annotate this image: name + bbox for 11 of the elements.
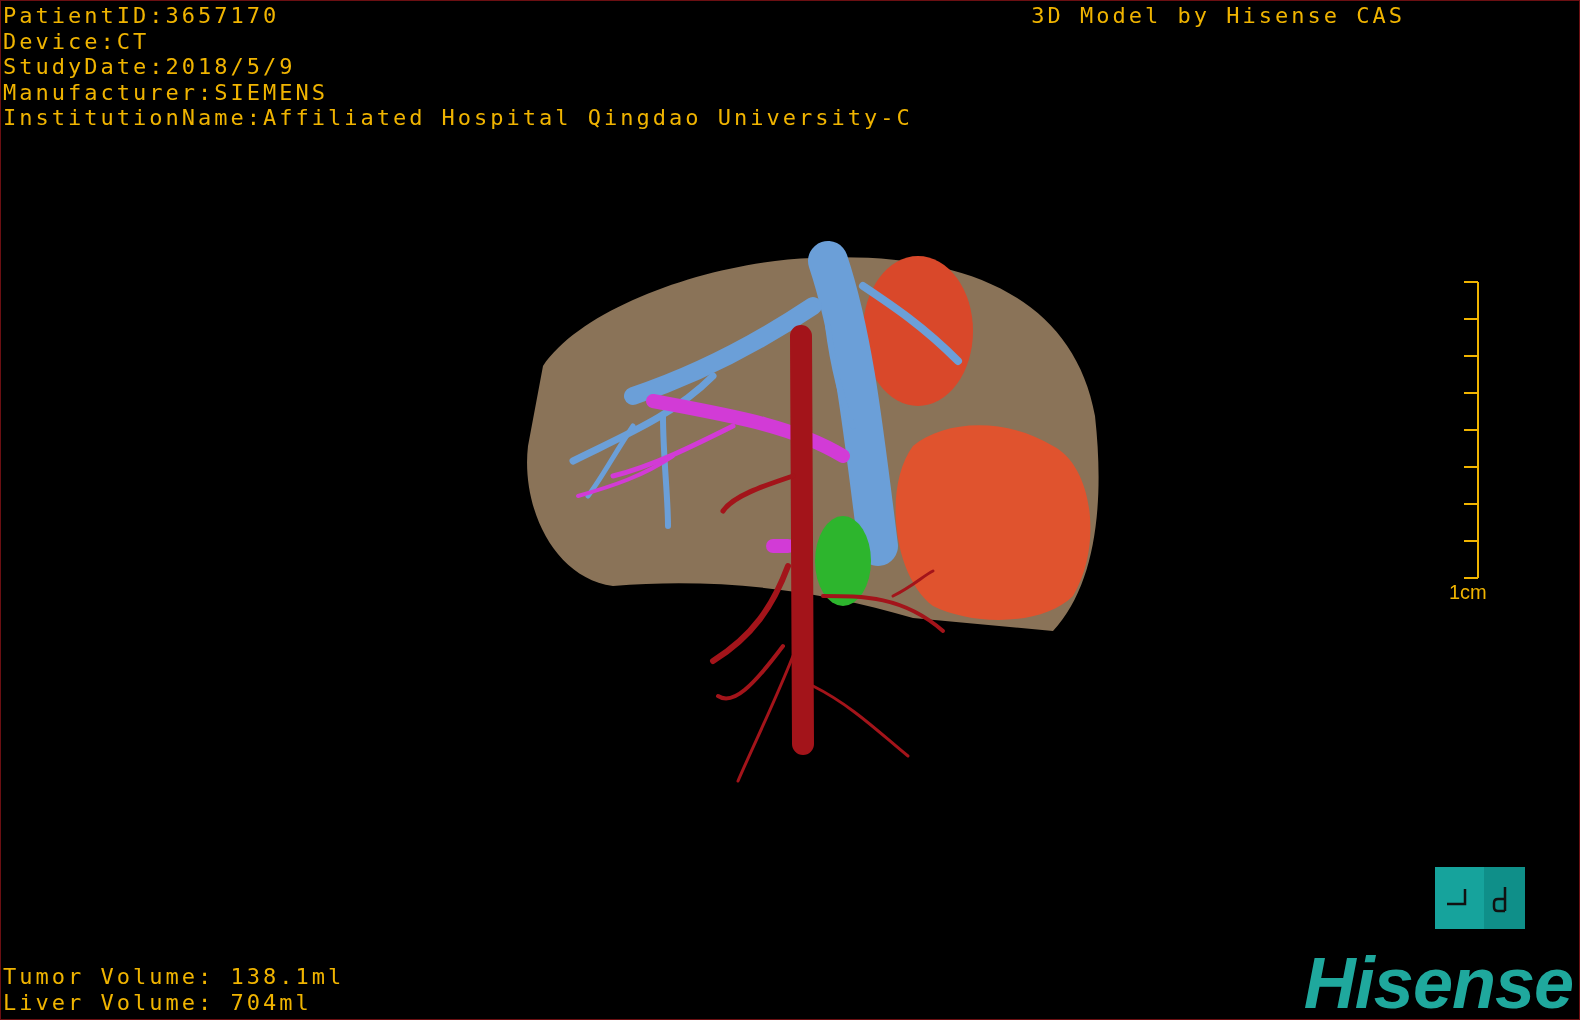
patient-info-text: StudyDate:2018/5/9 xyxy=(3,54,297,80)
scale-bar-label: 1cm xyxy=(1449,580,1487,604)
orientation-cube-icon xyxy=(1435,867,1525,929)
patient-info-text: PatientID:3657170 xyxy=(3,3,281,29)
patient-info-text: Manufacturer:SIEMENS xyxy=(3,79,329,105)
patient-info-text: InstitutionName:Affiliated Hospital Qingdao University-C xyxy=(3,105,913,131)
brand-logo: Hisense xyxy=(1303,951,1574,1015)
volume-text: Liver Volume: 704ml xyxy=(3,989,313,1015)
patient-info-text: Device:CT xyxy=(3,28,151,54)
volume-text: Tumor Volume: 138.1ml xyxy=(3,964,345,990)
model-title: 3D Model by Hisense CAS xyxy=(1031,3,1405,29)
